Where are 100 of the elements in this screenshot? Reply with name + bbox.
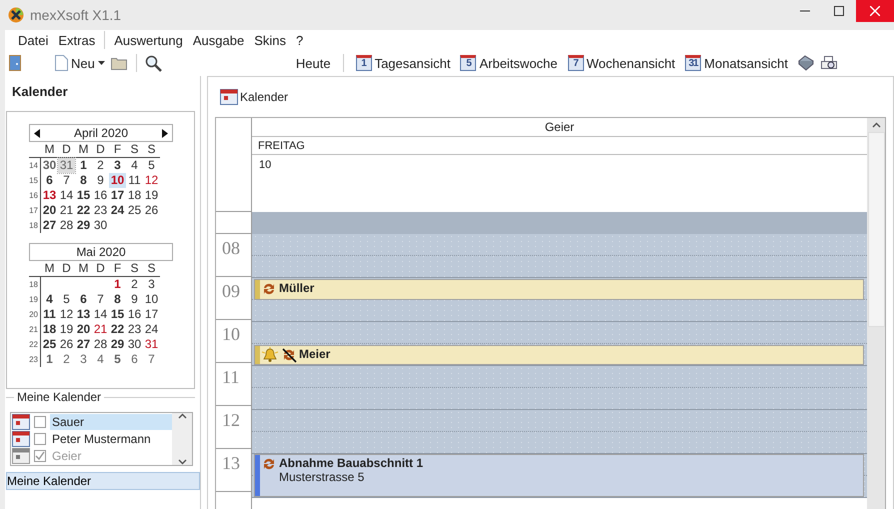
day-cell[interactable]: 27 [75, 337, 92, 352]
day-cell[interactable]: 24 [109, 203, 126, 218]
today-button[interactable]: Heute [294, 56, 333, 70]
day-cell[interactable]: 8 [109, 292, 126, 307]
day-cell[interactable]: 28 [58, 218, 75, 233]
day-cell[interactable]: 4 [41, 292, 58, 307]
day-cell[interactable]: 27 [41, 218, 58, 233]
day-cell[interactable]: 30 [126, 337, 143, 352]
day-cell[interactable]: 21 [92, 322, 109, 337]
day-cell[interactable]: 3 [109, 158, 126, 173]
day-cell[interactable]: 30 [92, 218, 109, 233]
day-cell[interactable]: 5 [143, 158, 160, 173]
day-cell[interactable]: 16 [126, 307, 143, 322]
day-cell[interactable]: 2 [126, 277, 143, 292]
day-cell[interactable]: 18 [126, 188, 143, 203]
day-cell[interactable]: 2 [92, 158, 109, 173]
menu-item[interactable]: Auswertung [109, 32, 188, 48]
day-cell[interactable]: 29 [75, 218, 92, 233]
day-cell[interactable]: 9 [92, 173, 109, 188]
day-cell[interactable]: 22 [109, 322, 126, 337]
day-cell[interactable]: 13 [75, 307, 92, 322]
view-button[interactable]: 1 Tagesansicht [354, 55, 452, 71]
hour-slot[interactable]: Meier [252, 322, 867, 366]
day-cell[interactable]: 15 [109, 307, 126, 322]
day-cell[interactable]: 22 [75, 203, 92, 218]
vertical-scrollbar[interactable] [867, 118, 885, 509]
menu-item[interactable]: Skins [249, 32, 291, 48]
close-button[interactable] [856, 0, 894, 22]
menu-item[interactable]: ? [290, 32, 308, 48]
day-cell[interactable]: 7 [92, 292, 109, 307]
folder-icon[interactable] [110, 56, 128, 70]
day-cell[interactable]: 12 [143, 173, 160, 188]
day-cell[interactable]: 31 [58, 158, 75, 173]
day-cell[interactable]: 5 [109, 352, 126, 367]
hour-slot[interactable] [252, 234, 867, 278]
scroll-down-icon[interactable] [178, 459, 186, 465]
day-cell[interactable]: 14 [58, 188, 75, 203]
day-cell[interactable]: 25 [126, 203, 143, 218]
day-cell[interactable]: 24 [143, 322, 160, 337]
menu-item[interactable]: Ausgabe [188, 32, 250, 48]
day-cell[interactable]: 2 [58, 352, 75, 367]
day-cell[interactable]: 1 [75, 158, 92, 173]
day-cell[interactable]: 23 [92, 203, 109, 218]
day-cell[interactable]: 4 [126, 158, 143, 173]
view-button[interactable]: 7 Wochenansicht [566, 55, 678, 71]
day-cell[interactable]: 28 [92, 337, 109, 352]
scroll-up-icon[interactable] [178, 413, 186, 419]
calendar-name[interactable]: Peter Mustermann [50, 430, 172, 446]
hour-slot[interactable] [252, 410, 867, 454]
hour-slot[interactable] [252, 366, 867, 410]
appointment[interactable]: Meier [254, 345, 864, 365]
checkbox[interactable] [34, 432, 46, 444]
day-cell[interactable]: 7 [58, 173, 75, 188]
calendar-name[interactable]: Sauer [50, 414, 172, 430]
view-button[interactable]: 31 Monatsansicht [683, 55, 790, 71]
day-cell[interactable]: 7 [143, 352, 160, 367]
day-cell[interactable]: 17 [109, 188, 126, 203]
day-cell[interactable]: 17 [143, 307, 160, 322]
hour-slot[interactable]: Müller [252, 278, 867, 322]
day-cell[interactable]: 26 [58, 337, 75, 352]
menu-item[interactable]: Extras [53, 32, 100, 48]
day-cell[interactable]: 19 [143, 188, 160, 203]
day-cell[interactable]: 15 [75, 188, 92, 203]
day-cell[interactable]: 26 [143, 203, 160, 218]
day-cell[interactable]: 6 [41, 173, 58, 188]
day-cell[interactable]: 6 [126, 352, 143, 367]
day-cell[interactable]: 30 [41, 158, 58, 173]
day-cell[interactable]: 4 [92, 352, 109, 367]
print-preview-icon[interactable] [820, 55, 838, 71]
day-cell[interactable]: 25 [41, 337, 58, 352]
scrollbar[interactable] [172, 413, 192, 465]
previous-month-icon[interactable] [34, 128, 40, 138]
day-cell[interactable]: 21 [58, 203, 75, 218]
appointment[interactable]: Müller [254, 279, 864, 300]
day-cell[interactable]: 20 [41, 203, 58, 218]
day-cell[interactable]: 20 [75, 322, 92, 337]
day-cell[interactable]: 6 [75, 292, 92, 307]
day-cell[interactable]: 18 [41, 322, 58, 337]
day-cell[interactable]: 29 [109, 337, 126, 352]
day-cell[interactable]: 14 [92, 307, 109, 322]
day-cell[interactable]: 3 [75, 352, 92, 367]
day-cell[interactable]: 12 [58, 307, 75, 322]
day-cell[interactable]: 10 [143, 292, 160, 307]
view-button[interactable]: 5 Arbeitswoche [458, 55, 560, 71]
day-cell[interactable]: 11 [41, 307, 58, 322]
search-icon[interactable] [144, 54, 162, 72]
navigation-pane-button[interactable]: Meine Kalender [6, 472, 200, 490]
day-cell[interactable]: 23 [126, 322, 143, 337]
day-cell[interactable]: 19 [58, 322, 75, 337]
day-cell[interactable]: 9 [126, 292, 143, 307]
day-cell[interactable]: 3 [143, 277, 160, 292]
day-cell[interactable]: 1 [109, 277, 126, 292]
day-cell[interactable]: 5 [58, 292, 75, 307]
day-cell[interactable]: 11 [126, 173, 143, 188]
day-cell[interactable]: 8 [75, 173, 92, 188]
menu-item[interactable]: Datei [13, 32, 54, 48]
checkbox[interactable] [34, 416, 46, 428]
next-month-icon[interactable] [162, 128, 168, 138]
day-cell[interactable]: 10 [109, 173, 126, 188]
day-cell[interactable]: 1 [41, 352, 58, 367]
